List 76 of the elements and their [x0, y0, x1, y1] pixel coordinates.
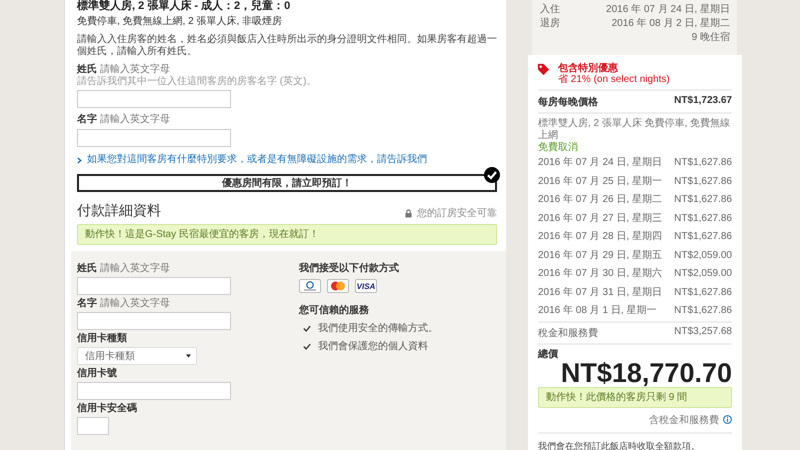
stay-date: 2016 年 08 月 2 日, 星期二: [612, 17, 730, 31]
field-hint: 請輸入英文字母: [100, 114, 170, 125]
info-icon[interactable]: [723, 415, 732, 424]
field-hint: 請輸入英文字母: [100, 64, 170, 75]
deal-title: 包含特別優惠: [558, 63, 619, 74]
check-icon: [303, 324, 311, 332]
nights-count: 9 晚住宿: [690, 31, 730, 45]
night-price: NT$1,627.86: [674, 230, 732, 244]
free-cancellation: 免費取消: [538, 142, 579, 154]
night-date: 2016 年 07 月 31 日, 星期日: [538, 286, 662, 300]
night-price: NT$1,627.86: [674, 212, 732, 226]
field-hint: 請輸入英文字母: [100, 298, 170, 309]
field-label: 信用卡種類: [77, 333, 127, 344]
rate-value: NT$1,723.67: [674, 95, 732, 108]
input-field[interactable]: [77, 277, 231, 295]
tax-included-note: 含稅金和服務費: [649, 414, 719, 426]
visa-card-logo: VISA: [355, 279, 377, 293]
night-date: 2016 年 07 月 29 日, 星期五: [538, 248, 662, 262]
accepted-payments-title: 我們接受以下付款方式: [299, 263, 400, 275]
stay-date: 2016 年 07 月 24 日, 星期日: [606, 3, 730, 17]
night-price: NT$1,627.86: [674, 304, 732, 318]
night-date: 2016 年 07 月 30 日, 星期六: [538, 266, 662, 281]
tax-label: 稅金和服務費: [538, 326, 598, 340]
payment-note: 我們會在您預訂此飯店時收取全額款項。: [538, 432, 732, 450]
tax-value: NT$3,257.68: [674, 326, 732, 338]
payment-title: 付款詳細資料: [77, 202, 161, 220]
card-logo-icon: [299, 279, 321, 293]
night-price: NT$1,627.86: [674, 174, 732, 188]
total-price: NT$18,770.70: [560, 358, 732, 386]
input-field[interactable]: [77, 90, 231, 108]
room-features: 免費停車, 免費無線上網, 2 張單人床, 非吸煙房: [77, 16, 284, 28]
night-date: 2016 年 07 月 25 日, 星期一: [538, 174, 662, 188]
night-price: NT$2,059.00: [674, 267, 732, 281]
scarcity-alert: 動作快！此價格的客房只剩 9 間: [538, 386, 732, 408]
rate-label: 每房每晚價格: [538, 95, 598, 109]
night-date: 2016 年 08 月 1 日, 星期一: [538, 304, 656, 318]
night-date: 2016 年 07 月 24 日, 星期日: [538, 156, 662, 170]
card-type-select[interactable]: 信用卡種類: [77, 347, 197, 365]
trust-title: 您可信賴的服務: [299, 305, 370, 317]
night-date: 2016 年 07 月 27 日, 星期三: [538, 212, 662, 226]
stay-label: 退房: [540, 17, 560, 31]
field-label: 信用卡號: [77, 368, 117, 379]
field-label: 姓氏: [77, 263, 97, 274]
name-instructions: 請輸入入住房客的姓名，姓名必須與飯店入住時所出示的身分證明文件相同。如果房客有超過一個姓氏，請輸入所有姓氏。: [77, 34, 497, 58]
field-label: 信用卡安全碼: [77, 403, 137, 414]
deal-saving: 省 21% (on select nights): [558, 74, 670, 85]
input-field[interactable]: [77, 129, 231, 147]
night-date: 2016 年 07 月 26 日, 星期二: [538, 192, 662, 207]
trust-item: 我們使用安全的傳輸方式。: [318, 322, 438, 335]
total-label: 總價: [538, 342, 732, 360]
night-price: NT$1,627.86: [674, 286, 732, 300]
stay-label: 入住: [540, 3, 560, 17]
night-price: NT$2,059.00: [674, 248, 732, 262]
input-field[interactable]: [77, 382, 231, 400]
night-price: NT$1,627.86: [674, 156, 732, 170]
secure-note: 您的訂房安全可靠: [417, 206, 497, 220]
trust-item: 我們會保護您的個人資料: [318, 340, 428, 353]
chevron-icon: [77, 156, 82, 164]
special-request-link[interactable]: 如果您對這間客房有什麼特別要求，或者是有無障礙設施的需求，請告訴我們: [77, 154, 498, 166]
lock-icon: [405, 208, 412, 218]
card-logo-icon: [327, 279, 349, 293]
field-hint: 請輸入英文字母: [100, 263, 170, 274]
room-description: 標準雙人房, 2 張單人床 免費停車, 免費無線上網: [538, 112, 732, 142]
deal-alert: 動作快！這是G-Stay 民宿最便宜的客房，現在就訂！: [77, 224, 497, 245]
input-field[interactable]: [77, 417, 109, 435]
tag-icon: [537, 63, 550, 76]
check-icon: [303, 342, 311, 350]
night-date: 2016 年 07 月 28 日, 星期四: [538, 230, 662, 244]
banner-text: 優惠房間有限，請立即預訂！: [222, 176, 352, 190]
input-field[interactable]: [77, 312, 231, 330]
field-label: 名字: [77, 298, 97, 309]
field-label: 名字: [77, 114, 97, 125]
caret-icon: [186, 354, 191, 358]
night-price: NT$1,627.86: [674, 193, 732, 207]
field-label: 姓氏: [77, 64, 97, 75]
field-note: 請告訴我們其中一位入住這間客房的房客名字 (英文)。: [77, 76, 318, 87]
